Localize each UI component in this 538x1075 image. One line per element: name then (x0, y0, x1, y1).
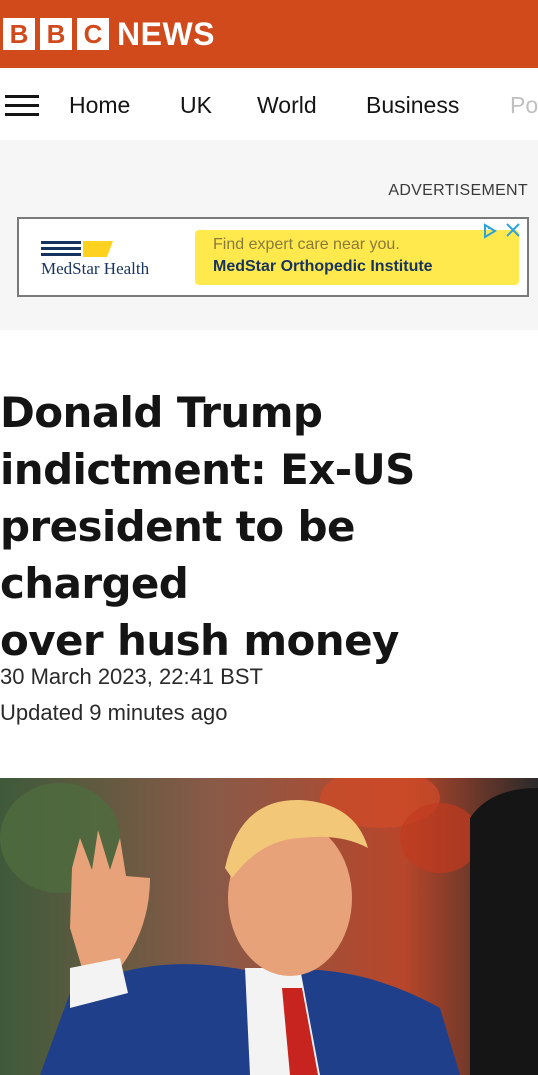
ad-tagline: Find expert care near you. (213, 236, 400, 253)
bbc-logo-letter-c: C (77, 18, 109, 50)
nav-item-world[interactable]: World (257, 91, 317, 119)
nav-item-home[interactable]: Home (69, 91, 130, 119)
advertisement-label: ADVERTISEMENT (388, 182, 528, 199)
advertisement-section: ADVERTISEMENT MedStar Health Find expert… (0, 140, 538, 330)
hamburger-icon[interactable] (5, 95, 39, 117)
article-hero-image[interactable] (0, 778, 538, 1075)
bbc-logo-letter-b1: B (3, 18, 35, 50)
article-timestamp: 30 March 2023, 22:41 BST (0, 664, 263, 689)
ad-cta-panel[interactable]: Find expert care near you. MedStar Ortho… (195, 230, 519, 285)
ad-institute-name: MedStar Orthopedic Institute (213, 258, 433, 275)
nav-item-politics-truncated[interactable]: Po (510, 91, 538, 119)
ad-choices-icon[interactable] (481, 222, 499, 240)
nav-item-uk[interactable]: UK (180, 91, 212, 119)
close-icon[interactable] (505, 222, 521, 238)
article-updated-time: Updated 9 minutes ago (0, 700, 228, 725)
article-headline: Donald Trump indictment: Ex-US president… (0, 388, 415, 665)
nav-item-business[interactable]: Business (366, 91, 459, 119)
medstar-stripes-icon (41, 241, 113, 257)
news-wordmark: NEWS (117, 16, 215, 52)
medstar-health-text: MedStar Health (41, 259, 150, 278)
section-nav: Home UK World Business Po (0, 68, 538, 140)
hero-photo-illustration (0, 778, 538, 1075)
bbc-logo-letter-b2: B (40, 18, 72, 50)
bbc-news-logo[interactable]: B B C NEWS (3, 18, 215, 50)
bbc-logo-blocks: B B C (3, 18, 109, 50)
bbc-news-masthead: B B C NEWS (0, 0, 538, 68)
medstar-health-logo: MedStar Health (39, 239, 179, 279)
ad-banner[interactable]: MedStar Health Find expert care near you… (17, 217, 529, 297)
